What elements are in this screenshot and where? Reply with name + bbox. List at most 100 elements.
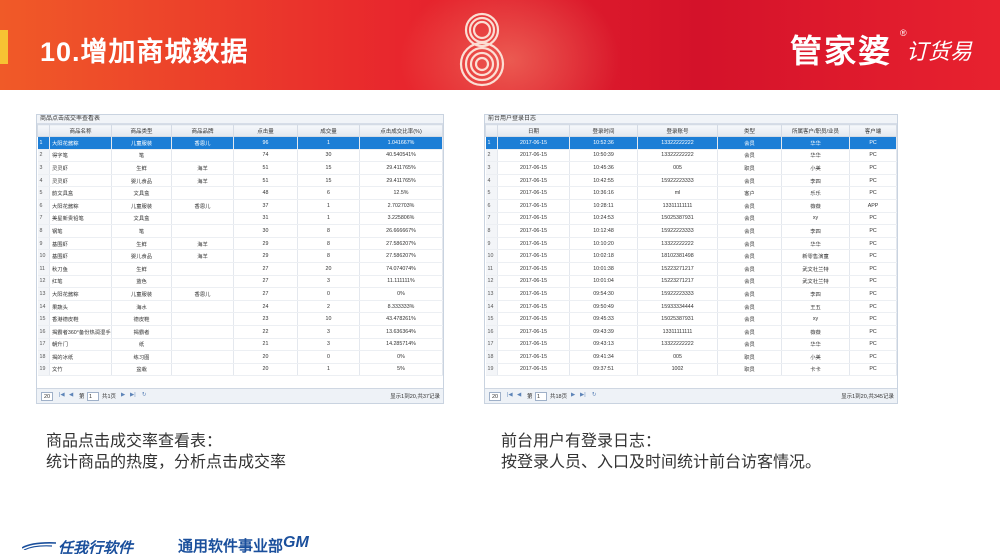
column-header[interactable]: 登录时间 bbox=[569, 124, 638, 137]
column-header[interactable]: 商品名称 bbox=[49, 124, 112, 137]
refresh-icon[interactable]: ↻ bbox=[142, 392, 147, 398]
table-cell: 新零售演童 bbox=[781, 249, 850, 263]
column-header[interactable]: 点击量 bbox=[233, 124, 298, 137]
row-number: 13 bbox=[485, 287, 498, 301]
table-row[interactable]: 2 2017-06-15 10:50:39 13322222222 会员 华华 PC bbox=[485, 149, 897, 163]
table-row[interactable]: 18 揭的冰纸 练习图 20 0 0% bbox=[37, 350, 443, 364]
table-row[interactable]: 18 2017-06-15 09:41:34 005 职员 小美 PC bbox=[485, 350, 897, 364]
table-row[interactable]: 5 2017-06-15 10:36:16 ml 客户 乐乐 PC bbox=[485, 186, 897, 200]
prev-page-icon[interactable]: ◀ bbox=[69, 392, 73, 398]
table-row[interactable]: 10 2017-06-15 10:02:18 18102381498 会员 新零售演童 PC bbox=[485, 249, 897, 263]
table-cell: 文具盒 bbox=[111, 186, 172, 200]
table-cell: 10:52:36 bbox=[569, 136, 638, 150]
table-row[interactable]: 3 灵灵虾 生鲜 海羊 51 15 29.411765% bbox=[37, 161, 443, 175]
page-number-input[interactable]: 1 bbox=[535, 392, 547, 401]
table-row[interactable]: 9 2017-06-15 10:10:20 13322222222 会员 华华 PC bbox=[485, 237, 897, 251]
table-cell: 43.478261% bbox=[359, 312, 443, 326]
column-header[interactable]: 日期 bbox=[497, 124, 570, 137]
row-number: 8 bbox=[485, 224, 498, 238]
table-row[interactable]: 11 2017-06-15 10:01:38 15223271217 会员 武文杜兰特 PC bbox=[485, 262, 897, 276]
column-header[interactable] bbox=[485, 124, 498, 137]
table-row[interactable]: 14 2017-06-15 09:50:49 15933334444 会员 王五 PC bbox=[485, 300, 897, 314]
table-cell: 海羊 bbox=[171, 237, 234, 251]
table-row[interactable]: 4 2017-06-15 10:42:55 15922223333 会员 李四 PC bbox=[485, 174, 897, 188]
table-cell: 文具盒 bbox=[111, 212, 172, 226]
table-row[interactable]: 11 秋刀鱼 生鲜 27 20 74.074074% bbox=[37, 262, 443, 276]
table-cell: 10:50:39 bbox=[569, 149, 638, 163]
table-cell bbox=[171, 262, 234, 276]
column-header[interactable]: 所属客户/职员/业员 bbox=[781, 124, 850, 137]
next-page-icon[interactable]: ▶ bbox=[121, 392, 125, 398]
table-row[interactable]: 13 2017-06-15 09:54:30 15922223333 会员 李四 PC bbox=[485, 287, 897, 301]
table-cell: 会员 bbox=[717, 149, 782, 163]
table-row[interactable]: 6 大阳花酱粽 儿童服装 香恩儿 37 1 2.702703% bbox=[37, 199, 443, 213]
column-header[interactable]: 登录账号 bbox=[637, 124, 718, 137]
table-cell: 武文杜兰特 bbox=[781, 275, 850, 289]
prev-page-icon[interactable]: ◀ bbox=[517, 392, 521, 398]
table-row[interactable]: 13 大阳花酱粽 儿童服装 香恩儿 27 0 0% bbox=[37, 287, 443, 301]
last-page-icon[interactable]: ▶| bbox=[580, 392, 586, 398]
refresh-icon[interactable]: ↻ bbox=[592, 392, 597, 398]
column-header[interactable]: 商品品牌 bbox=[171, 124, 234, 137]
table-cell: 09:45:33 bbox=[569, 312, 638, 326]
table-row[interactable]: 17 2017-06-15 09:43:13 13322222222 会员 华华 PC bbox=[485, 338, 897, 352]
table-cell: PC bbox=[849, 186, 897, 200]
column-header[interactable]: 成交量 bbox=[297, 124, 360, 137]
table-row[interactable]: 16 2017-06-15 09:43:39 13311111111 会员 薇薇 PC bbox=[485, 325, 897, 339]
table-row[interactable]: 10 基围虾 婴儿食品 海羊 29 8 27.586207% bbox=[37, 249, 443, 263]
table-cell: 40.540541% bbox=[359, 149, 443, 163]
column-header[interactable] bbox=[37, 124, 50, 137]
table-row[interactable]: 3 2017-06-15 10:45:36 005 职员 小美 PC bbox=[485, 161, 897, 175]
login-log-grid[interactable]: 日期 登录时间 登录账号 类型 所属客户/职员/业员 客户端 1 2017-06-15 10:… bbox=[485, 124, 897, 386]
table-row[interactable]: 12 红笔 蓝色 27 3 11.111111% bbox=[37, 275, 443, 289]
table-row[interactable]: 4 灵灵虾 婴儿食品 海羊 51 15 29.411765% bbox=[37, 174, 443, 188]
first-page-icon[interactable]: |◀ bbox=[507, 392, 513, 398]
table-cell: PC bbox=[849, 350, 897, 364]
table-row[interactable]: 15 香港德皮鞋 德皮鞋 23 10 43.478261% bbox=[37, 312, 443, 326]
table-cell: 13322222222 bbox=[637, 136, 718, 150]
table-cell: 2017-06-15 bbox=[497, 186, 570, 200]
table-row[interactable]: 7 美星新贵铅笔 文具盒 31 1 3.225806% bbox=[37, 212, 443, 226]
table-row[interactable]: 17 朝升门纸 21 3 14.285714% bbox=[37, 338, 443, 352]
row-number: 8 bbox=[37, 224, 50, 238]
column-header[interactable]: 类型 bbox=[717, 124, 782, 137]
table-row[interactable]: 8 钢笔笔 30 8 26.666667% bbox=[37, 224, 443, 238]
table-cell: 华华 bbox=[781, 237, 850, 251]
page-size-select[interactable]: 20 bbox=[41, 392, 54, 401]
table-cell: xy bbox=[781, 312, 850, 326]
next-page-icon[interactable]: ▶ bbox=[571, 392, 575, 398]
table-cell: 13311111111 bbox=[637, 199, 718, 213]
first-page-icon[interactable]: |◀ bbox=[59, 392, 65, 398]
table-row[interactable]: 14 果蔬头 海水 24 2 8.333333% bbox=[37, 300, 443, 314]
table-cell: PC bbox=[849, 136, 897, 150]
row-number: 16 bbox=[485, 325, 498, 339]
table-cell: 2017-06-15 bbox=[497, 199, 570, 213]
table-row[interactable]: 2 得字笔笔 74 30 40.540541% bbox=[37, 149, 443, 163]
column-header[interactable]: 客户端 bbox=[849, 124, 897, 137]
table-cell: 2017-06-15 bbox=[497, 300, 570, 314]
table-row[interactable]: 19 文竹 盆栽 20 1 5% bbox=[37, 363, 443, 377]
table-cell: 8 bbox=[297, 237, 360, 251]
column-header[interactable]: 点击成交比率(%) bbox=[359, 124, 443, 137]
table-cell: 生鲜 bbox=[111, 262, 172, 276]
column-header[interactable]: 商品类型 bbox=[111, 124, 172, 137]
page-number-input[interactable]: 1 bbox=[87, 392, 99, 401]
table-row[interactable]: 9 基围虾 生鲜 海羊 29 8 27.586207% bbox=[37, 237, 443, 251]
page-size-select[interactable]: 20 bbox=[489, 392, 502, 401]
table-row[interactable]: 1 大阳花酱粽 儿童服装 香恩儿 96 1 1.041667% bbox=[37, 136, 443, 150]
table-cell: 8 bbox=[297, 224, 360, 238]
table-row[interactable]: 6 2017-06-15 10:28:11 13311111111 会员 薇薇 APP bbox=[485, 199, 897, 213]
table-row[interactable]: 8 2017-06-15 10:12:48 15922223333 会员 李四 PC bbox=[485, 224, 897, 238]
table-row[interactable]: 1 2017-06-15 10:52:36 13322222222 会员 华华 PC bbox=[485, 136, 897, 150]
table-cell: 李四 bbox=[781, 224, 850, 238]
table-cell: 09:37:51 bbox=[569, 363, 638, 377]
table-row[interactable]: 16揭霸者360°备份热润湿手霸180揭霸者 22313.636364% bbox=[37, 325, 443, 339]
table-cell: 3 bbox=[297, 275, 360, 289]
table-row[interactable]: 12 2017-06-15 10:01:04 15223271217 会员 武文杜兰特 PC bbox=[485, 275, 897, 289]
table-row[interactable]: 5 韵文具盒 文具盒 48 6 12.5% bbox=[37, 186, 443, 200]
table-row[interactable]: 7 2017-06-15 10:24:53 15025387931 会员 xy PC bbox=[485, 212, 897, 226]
table-row[interactable]: 19 2017-06-15 09:37:51 1002 职员 卡卡 PC bbox=[485, 363, 897, 377]
table-row[interactable]: 15 2017-06-15 09:45:33 15025387931 会员 xy PC bbox=[485, 312, 897, 326]
product-click-rate-grid[interactable]: 商品名称 商品类型 商品品牌 点击量 成交量 点击成交比率(%) 1 大阳花酱粽 儿童服装 香恩… bbox=[37, 124, 443, 386]
last-page-icon[interactable]: ▶| bbox=[130, 392, 136, 398]
